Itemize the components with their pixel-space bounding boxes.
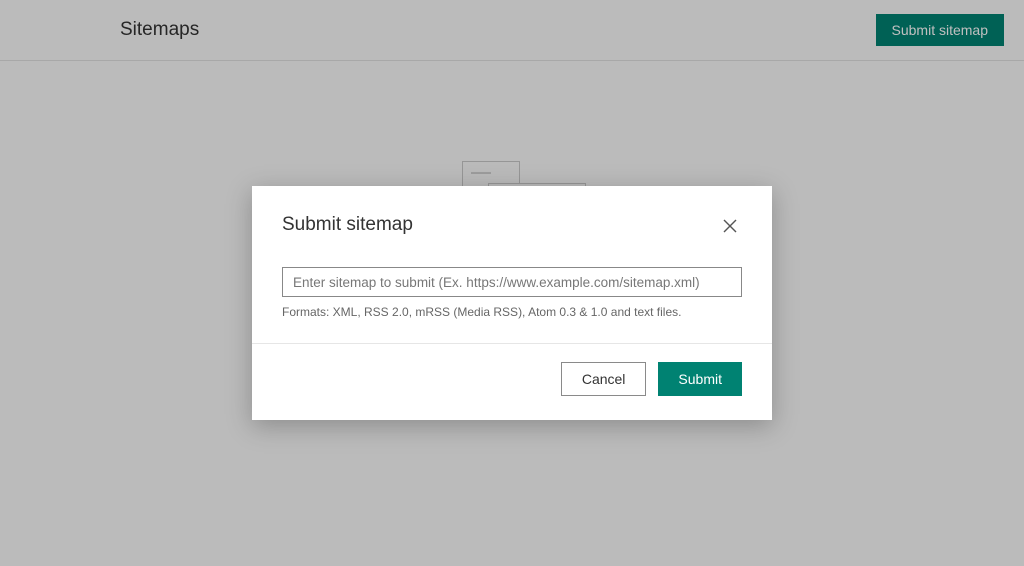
modal-body: Formats: XML, RSS 2.0, mRSS (Media RSS),… xyxy=(252,259,772,343)
submit-sitemap-modal: Submit sitemap Formats: XML, RSS 2.0, mR… xyxy=(252,186,772,420)
close-icon xyxy=(722,218,738,237)
close-button[interactable] xyxy=(718,214,742,241)
modal-header: Submit sitemap xyxy=(252,186,772,259)
modal-footer: Cancel Submit xyxy=(252,343,772,420)
modal-title: Submit sitemap xyxy=(282,214,413,236)
sitemap-url-input[interactable] xyxy=(282,267,742,297)
submit-button[interactable]: Submit xyxy=(658,362,742,396)
modal-overlay: Submit sitemap Formats: XML, RSS 2.0, mR… xyxy=(0,0,1024,566)
cancel-button[interactable]: Cancel xyxy=(561,362,647,396)
format-hint: Formats: XML, RSS 2.0, mRSS (Media RSS),… xyxy=(282,305,742,319)
